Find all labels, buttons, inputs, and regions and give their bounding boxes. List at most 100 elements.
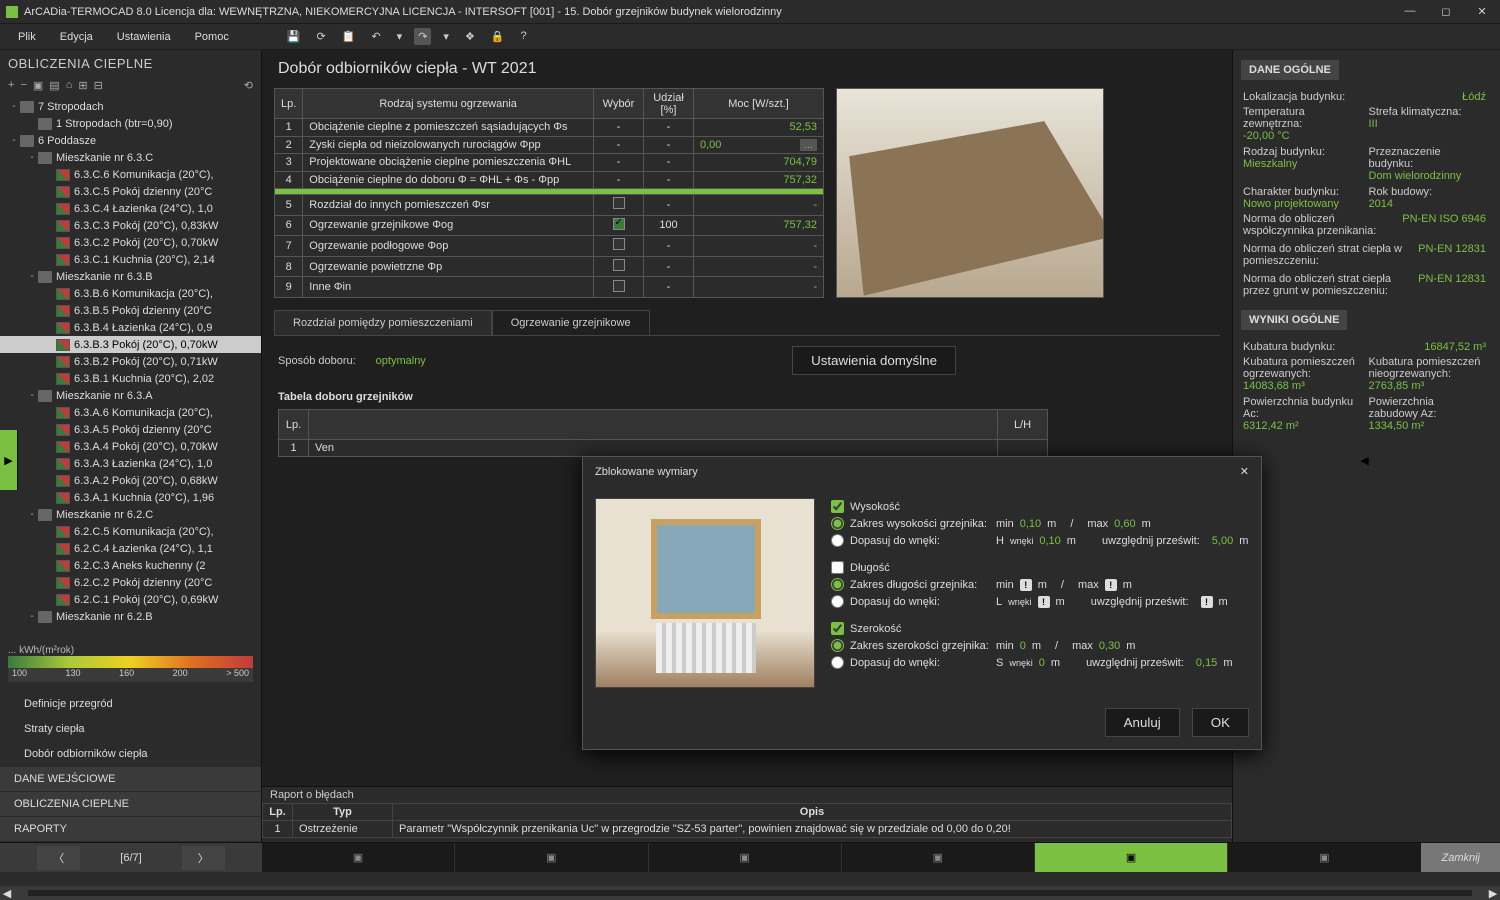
help-icon[interactable]: ? <box>517 28 531 45</box>
tree-item[interactable]: -Mieszkanie nr 6.3.C <box>0 149 261 166</box>
tree-item[interactable]: 6.3.C.4 Łazienka (24°C), 1,0 <box>0 200 261 217</box>
tree-item[interactable]: -Mieszkanie nr 6.3.A <box>0 387 261 404</box>
tree-item[interactable]: 6.2.C.2 Pokój dzienny (20°C <box>0 574 261 591</box>
tree-item[interactable]: 6.3.A.1 Kuchnia (20°C), 1,96 <box>0 489 261 506</box>
maximize-button[interactable]: ◻ <box>1434 5 1458 18</box>
select-checkbox[interactable] <box>613 238 625 250</box>
refresh-icon[interactable]: ⟳ <box>313 28 330 45</box>
width-checkbox[interactable]: Szerokość <box>831 620 1249 637</box>
tree-item[interactable]: 6.2.C.3 Aneks kuchenny (2 <box>0 557 261 574</box>
menu-settings[interactable]: Ustawienia <box>107 29 181 45</box>
select-checkbox[interactable] <box>613 197 625 209</box>
tree-item[interactable]: 6.3.A.6 Komunikacja (20°C), <box>0 404 261 421</box>
tree-item[interactable]: 6.3.C.3 Pokój (20°C), 0,83kW <box>0 217 261 234</box>
tree-item[interactable]: 6.3.C.1 Kuchnia (20°C), 2,14 <box>0 251 261 268</box>
select-checkbox[interactable] <box>613 280 625 292</box>
tree-icon-3[interactable]: ⌂ <box>66 79 73 92</box>
tree-item[interactable]: 6.3.B.2 Pokój (20°C), 0,71kW <box>0 353 261 370</box>
select-checkbox[interactable] <box>613 259 625 271</box>
nav-definicje[interactable]: Definicje przegród <box>0 692 261 717</box>
tree-item[interactable]: 1 Stropodach (btr=0,90) <box>0 115 261 132</box>
bottom-tab-2[interactable]: ▣ <box>455 843 648 872</box>
heating-system-table[interactable]: Lp.Rodzaj systemu ogrzewaniaWybórUdział … <box>274 88 824 298</box>
tree-item[interactable]: 6.2.C.1 Pokój (20°C), 0,69kW <box>0 591 261 608</box>
tree-item[interactable]: -Mieszkanie nr 6.3.B <box>0 268 261 285</box>
tree-item[interactable]: -Mieszkanie nr 6.2.C <box>0 506 261 523</box>
dialog-close-icon[interactable]: ✕ <box>1240 465 1249 478</box>
tree-item[interactable]: 6.3.B.6 Komunikacja (20°C), <box>0 285 261 302</box>
tree-icon-1[interactable]: ▣ <box>33 79 43 92</box>
layers-icon[interactable]: ❖ <box>461 28 479 45</box>
height-range-radio[interactable] <box>831 517 844 530</box>
tree-item[interactable]: 6.2.C.4 Łazienka (24°C), 1,1 <box>0 540 261 557</box>
close-window-button[interactable]: ✕ <box>1470 5 1494 18</box>
report-table[interactable]: Lp.TypOpis 1OstrzeżenieParametr "Współcz… <box>262 803 1232 838</box>
tree-icon-5[interactable]: ⊟ <box>94 79 103 92</box>
bottom-tab-6[interactable]: ▣ <box>1228 843 1421 872</box>
selection-method-row: Sposób doboru: optymalny Ustawienia domy… <box>262 336 1232 385</box>
tree-item[interactable]: 6.3.B.5 Pokój dzienny (20°C <box>0 302 261 319</box>
undo-icon[interactable]: ↶ <box>367 28 384 45</box>
menu-help[interactable]: Pomoc <box>185 29 239 45</box>
tree-icon-4[interactable]: ⊞ <box>78 79 87 92</box>
bottom-tab-1[interactable]: ▣ <box>262 843 455 872</box>
collapse-all-icon[interactable]: − <box>20 79 26 92</box>
sposob-value[interactable]: optymalny <box>376 355 426 367</box>
right-edge-button[interactable]: ◀ <box>1232 430 1500 490</box>
tree-item[interactable]: -Mieszkanie nr 6.2.B <box>0 608 261 625</box>
width-fit-radio[interactable] <box>831 656 844 669</box>
minimize-button[interactable]: — <box>1398 5 1422 18</box>
tree-item[interactable]: 6.3.C.5 Pokój dzienny (20°C <box>0 183 261 200</box>
height-fit-radio[interactable] <box>831 534 844 547</box>
tree-item[interactable]: -6 Poddasze <box>0 132 261 149</box>
nav-dobor[interactable]: Dobór odbiorników ciepła <box>0 742 261 767</box>
bottom-tab-4[interactable]: ▣ <box>842 843 1035 872</box>
lock-icon[interactable]: 🔒 <box>487 28 509 45</box>
length-range-radio[interactable] <box>831 578 844 591</box>
tab-rozdzial[interactable]: Rozdział pomiędzy pomieszczeniami <box>274 310 492 335</box>
bottom-tab-5[interactable]: ▣ <box>1035 843 1228 872</box>
close-button[interactable]: Zamknij <box>1421 843 1500 872</box>
save-icon[interactable]: 💾 <box>283 28 305 45</box>
next-page-button[interactable]: 〉 <box>182 846 225 870</box>
nav-dane-wejsciowe[interactable]: DANE WEJŚCIOWE <box>0 767 261 792</box>
left-edge-button[interactable]: ▶ <box>0 430 18 490</box>
tree-item[interactable]: 6.3.C.6 Komunikacja (20°C), <box>0 166 261 183</box>
height-checkbox[interactable]: Wysokość <box>831 498 1249 515</box>
nav-raporty[interactable]: RAPORTY <box>0 817 261 842</box>
prev-page-button[interactable]: 〈 <box>37 846 80 870</box>
tree-item[interactable]: 6.2.C.5 Komunikacja (20°C), <box>0 523 261 540</box>
menu-file[interactable]: Plik <box>8 29 46 45</box>
tree-item[interactable]: 6.3.A.3 Łazienka (24°C), 1,0 <box>0 455 261 472</box>
redo-icon[interactable]: ↷ <box>414 28 431 45</box>
cancel-button[interactable]: Anuluj <box>1105 708 1180 737</box>
copy-icon[interactable]: 📋 <box>338 28 360 45</box>
tree-item[interactable]: 6.3.B.4 Łazienka (24°C), 0,9 <box>0 319 261 336</box>
menu-edit[interactable]: Edycja <box>50 29 103 45</box>
length-fit-radio[interactable] <box>831 595 844 608</box>
tree-icon-2[interactable]: ▤ <box>49 79 59 92</box>
width-range-radio[interactable] <box>831 639 844 652</box>
tree-item[interactable]: 6.3.B.1 Kuchnia (20°C), 2,02 <box>0 370 261 387</box>
radiator-selection-table[interactable]: Lp.L/H 1Ven <box>278 409 1048 457</box>
tree-item[interactable]: 6.3.A.4 Pokój (20°C), 0,70kW <box>0 438 261 455</box>
select-checkbox[interactable] <box>613 218 625 230</box>
bottom-tab-3[interactable]: ▣ <box>649 843 842 872</box>
tree-item[interactable]: 6.3.B.3 Pokój (20°C), 0,70kW <box>0 336 261 353</box>
tree-item[interactable]: 6.3.C.2 Pokój (20°C), 0,70kW <box>0 234 261 251</box>
ok-button[interactable]: OK <box>1192 708 1249 737</box>
undo-dropdown-icon[interactable]: ▾ <box>393 28 407 45</box>
tree-item[interactable]: 6.3.A.5 Pokój dzienny (20°C <box>0 421 261 438</box>
tree-item[interactable]: -7 Stropodach <box>0 98 261 115</box>
length-checkbox[interactable]: Długość <box>831 559 1249 576</box>
tab-ogrzewanie[interactable]: Ogrzewanie grzejnikowe <box>492 310 650 335</box>
defaults-button[interactable]: Ustawienia domyślne <box>792 346 956 375</box>
scale-label: ... kWh/(m²rok) <box>8 645 253 656</box>
sync-icon[interactable]: ⟲ <box>244 79 253 92</box>
building-tree[interactable]: -7 Stropodach1 Stropodach (btr=0,90)-6 P… <box>0 98 261 641</box>
redo-dropdown-icon[interactable]: ▾ <box>439 28 453 45</box>
nav-obliczenia[interactable]: OBLICZENIA CIEPLNE <box>0 792 261 817</box>
nav-straty[interactable]: Straty ciepła <box>0 717 261 742</box>
expand-all-icon[interactable]: + <box>8 79 14 92</box>
tree-item[interactable]: 6.3.A.2 Pokój (20°C), 0,68kW <box>0 472 261 489</box>
